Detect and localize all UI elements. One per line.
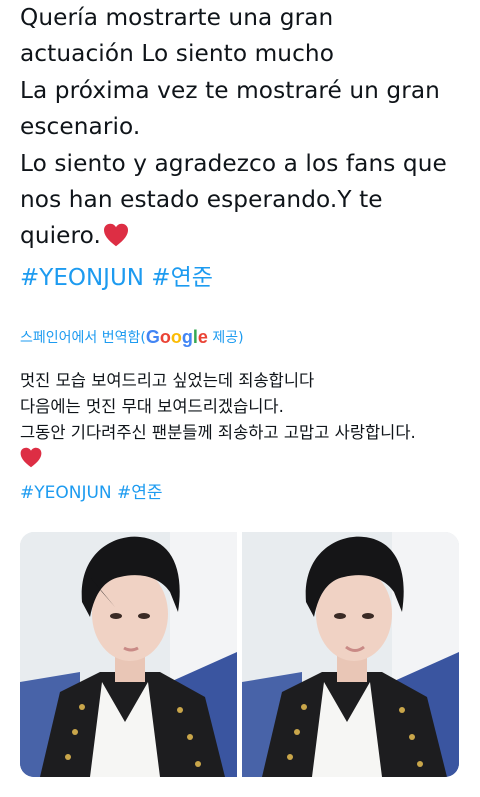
- translated-heart-line: [20, 447, 470, 473]
- tweet-text-line: nos han estado esperando.Y te: [20, 186, 383, 214]
- translation-header[interactable]: 스페인어에서 번역함(Google 제공): [20, 326, 244, 349]
- hashtag-link[interactable]: #YEONJUN: [20, 265, 144, 291]
- hashtags: #YEONJUN #연준: [20, 260, 213, 296]
- hashtag-link[interactable]: #YEONJUN: [20, 483, 112, 503]
- tweet-text-line: La próxima vez te mostraré un gran: [20, 76, 440, 104]
- photo-left[interactable]: [20, 532, 237, 777]
- tweet-text-line: actuación Lo siento mucho: [20, 40, 335, 68]
- translated-line: 멋진 모습 보여드리고 싶었는데 죄송합니다: [20, 371, 315, 390]
- tweet-text-line: escenario.: [20, 113, 141, 141]
- translated-hashtags: #YEONJUN #연준: [20, 480, 163, 506]
- translation-suffix: 제공): [207, 330, 244, 346]
- photo-right[interactable]: [242, 532, 459, 777]
- tweet-text-last-line: quiero.: [20, 218, 470, 254]
- tweet-text-line: Quería mostrarte una gran: [20, 4, 334, 31]
- hashtag-link[interactable]: #연준: [151, 265, 213, 291]
- heart-icon: [104, 224, 128, 247]
- tweet-text: Quería mostrarte una gran actuación Lo s…: [20, 0, 470, 255]
- selfie-photo: [20, 532, 237, 777]
- heart-icon: [20, 447, 42, 467]
- translated-line: 다음에는 멋진 무대 보여드리겠습니다.: [20, 397, 284, 417]
- tweet-text-line: quiero.: [20, 222, 101, 250]
- google-logo: Google: [145, 327, 208, 347]
- translated-text: 멋진 모습 보여드리고 싶었는데 죄송합니다 다음에는 멋진 무대 보여드리겠습…: [20, 368, 470, 473]
- selfie-photo: [242, 532, 459, 777]
- translation-prefix: 스페인어에서 번역함(: [20, 330, 146, 346]
- hashtag-link[interactable]: #연준: [117, 483, 163, 503]
- tweet-text-line: Lo siento y agradezco a los fans que: [20, 149, 447, 177]
- translated-line: 그동안 기다려주신 팬분들께 죄송하고 고맙고 사랑합니다.: [20, 423, 416, 443]
